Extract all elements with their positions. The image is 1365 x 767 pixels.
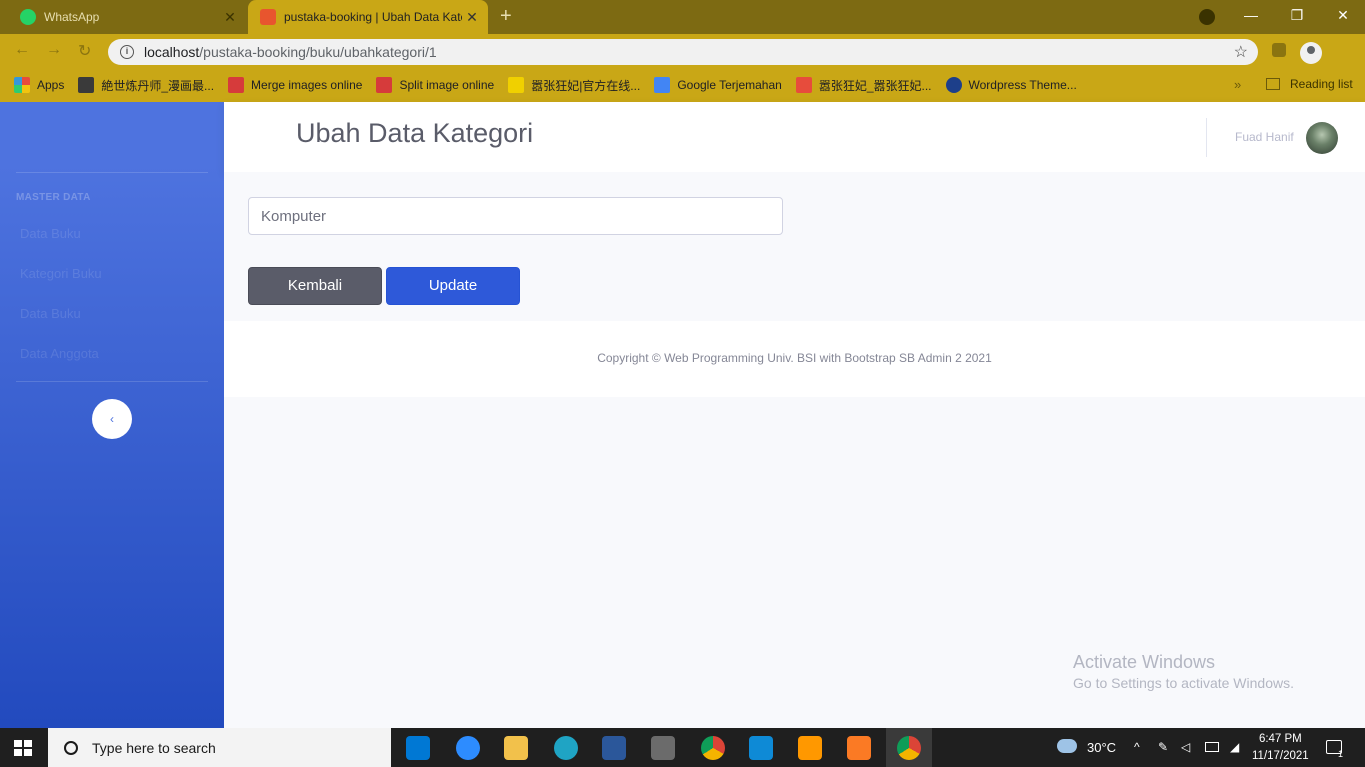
edge-icon[interactable] <box>554 736 578 760</box>
zoom-icon[interactable] <box>456 736 480 760</box>
close-tab-icon[interactable]: ✕ <box>220 9 240 26</box>
browser-tab-bar: WhatsApp ✕ pustaka-booking | Ubah Data K… <box>0 0 1365 34</box>
tab-whatsapp[interactable]: WhatsApp ✕ <box>8 0 246 34</box>
bookmark-item[interactable]: Wordpress Theme... <box>945 77 1077 93</box>
clock-date: 11/17/2021 <box>1252 750 1309 762</box>
bookmark-favicon-icon <box>228 77 245 93</box>
notification-count: 1 <box>1338 749 1344 759</box>
kategori-input[interactable] <box>248 197 783 235</box>
sidebar-item-data-buku[interactable]: Data Buku <box>20 226 81 241</box>
main-content: Kembali Update <box>224 172 1365 321</box>
url-path: /pustaka-booking/buku/ubahkategori/1 <box>199 44 437 60</box>
bookmark-item[interactable]: 嚣张狂妃|官方在线... <box>508 77 640 94</box>
url-host: localhost <box>144 44 200 60</box>
xampp-icon <box>260 9 276 25</box>
bookmark-favicon-icon <box>78 77 95 93</box>
new-tab-button[interactable]: + <box>500 6 512 26</box>
forward-arrow-icon[interactable]: → <box>46 41 62 59</box>
reload-icon[interactable]: ↻ <box>78 41 91 61</box>
back-arrow-icon[interactable]: ← <box>14 41 30 59</box>
profile-avatar-icon[interactable] <box>1300 42 1322 64</box>
sidebar-item-kategori-buku[interactable]: Kategori Buku <box>20 266 102 281</box>
sublime-text-icon[interactable] <box>798 736 822 760</box>
search-icon <box>64 740 78 755</box>
tab-pustaka-booking[interactable]: pustaka-booking | Ubah Data Kategori ✕ <box>248 0 488 34</box>
whatsapp-icon <box>20 9 36 25</box>
tray-chevron-up-icon[interactable]: ^ <box>1134 740 1140 754</box>
vscode-icon[interactable] <box>749 736 773 760</box>
update-button[interactable]: Update <box>386 267 520 305</box>
address-bar[interactable]: i localhost/pustaka-booking/buku/ubahkat… <box>108 39 1258 65</box>
watermark-title: Activate Windows <box>1073 652 1216 672</box>
search-placeholder: Type here to search <box>92 739 216 756</box>
copyright-text: Copyright © Web Programming Univ. BSI wi… <box>597 351 992 365</box>
close-tab-icon[interactable]: ✕ <box>462 9 482 26</box>
pen-icon[interactable]: ✎ <box>1158 740 1168 754</box>
store-icon[interactable] <box>406 736 430 760</box>
tab-title: pustaka-booking | Ubah Data Kategori <box>284 10 462 24</box>
battery-icon[interactable] <box>1205 742 1219 752</box>
bookmark-item[interactable]: 嚣张狂妃_嚣张狂妃... <box>795 77 932 94</box>
bookmark-favicon-icon <box>795 77 812 93</box>
clock-time: 6:47 PM <box>1258 733 1302 745</box>
user-name[interactable]: Fuad Hanif <box>1235 130 1294 144</box>
watermark-subtitle: Go to Settings to activate Windows. <box>1073 675 1294 691</box>
sidebar-divider <box>16 381 208 382</box>
clock[interactable]: 6:47 PM 11/17/2021 <box>1252 731 1309 765</box>
bookmarks-bar: Apps 絶世炼丹师_漫画最... Merge images online Sp… <box>0 68 1365 102</box>
apps-grid-icon <box>14 77 30 93</box>
bookmark-apps[interactable]: Apps <box>14 77 64 93</box>
bookmark-item[interactable]: 絶世炼丹师_漫画最... <box>78 77 214 94</box>
wordpress-icon <box>945 77 962 93</box>
file-explorer-icon[interactable] <box>504 736 528 760</box>
tab-title: WhatsApp <box>44 10 100 24</box>
footer: Copyright © Web Programming Univ. BSI wi… <box>224 321 1365 397</box>
chrome-icon[interactable] <box>701 736 725 760</box>
bookmark-star-icon[interactable]: ☆ <box>1234 42 1248 62</box>
bookmark-item[interactable]: Merge images online <box>228 77 362 93</box>
bookmarks-more-icon[interactable]: » <box>1234 77 1241 92</box>
page-title: Ubah Data Kategori <box>296 118 534 148</box>
bookmark-item[interactable]: Split image online <box>376 77 494 93</box>
google-translate-icon <box>654 77 671 93</box>
topbar: Ubah Data Kategori Fuad Hanif <box>224 102 1365 172</box>
back-button[interactable]: Kembali <box>248 267 382 305</box>
volume-icon[interactable]: ◁ <box>1181 740 1190 754</box>
bookmark-favicon-icon <box>376 77 393 93</box>
tab-search-icon[interactable] <box>1199 9 1215 25</box>
bookmark-favicon-icon <box>508 77 525 93</box>
windows-start-icon[interactable] <box>14 740 32 756</box>
reading-list-icon <box>1266 78 1280 90</box>
chrome-icon[interactable] <box>897 736 921 760</box>
close-window-button[interactable]: ✕ <box>1320 0 1365 34</box>
sidebar-divider <box>16 172 208 173</box>
avatar[interactable] <box>1306 122 1338 154</box>
reading-list-button[interactable]: Reading list <box>1266 77 1353 91</box>
sidebar-toggle-button[interactable]: ‹ <box>92 399 132 439</box>
restore-button[interactable]: ❐ <box>1274 0 1320 34</box>
site-info-icon[interactable]: i <box>120 45 134 59</box>
topbar-divider <box>1206 118 1207 157</box>
xampp-icon[interactable] <box>847 736 871 760</box>
extensions-icon[interactable] <box>1272 43 1286 57</box>
browser-toolbar: ← → ↻ i localhost/pustaka-booking/buku/u… <box>0 34 1365 68</box>
word-icon[interactable] <box>602 736 626 760</box>
taskbar-search[interactable]: Type here to search <box>48 728 391 767</box>
media-player-icon[interactable] <box>651 736 675 760</box>
sidebar: MASTER DATA Data Buku Kategori Buku Data… <box>0 102 224 728</box>
minimize-button[interactable]: — <box>1228 0 1274 34</box>
weather-cloud-icon[interactable] <box>1057 739 1077 753</box>
sidebar-item-data-buku[interactable]: Data Buku <box>20 306 81 321</box>
bookmark-item[interactable]: Google Terjemahan <box>654 77 782 93</box>
sidebar-heading: MASTER DATA <box>16 192 91 203</box>
weather-temperature[interactable]: 30°C <box>1087 740 1116 755</box>
activate-windows-watermark: Activate Windows Go to Settings to activ… <box>1073 652 1294 691</box>
network-icon[interactable]: ◢ <box>1230 740 1239 754</box>
taskbar: Type here to search 30°C ^ ✎ ◁ ◢ 6:47 PM… <box>0 728 1365 767</box>
sidebar-item-data-anggota[interactable]: Data Anggota <box>20 346 99 361</box>
